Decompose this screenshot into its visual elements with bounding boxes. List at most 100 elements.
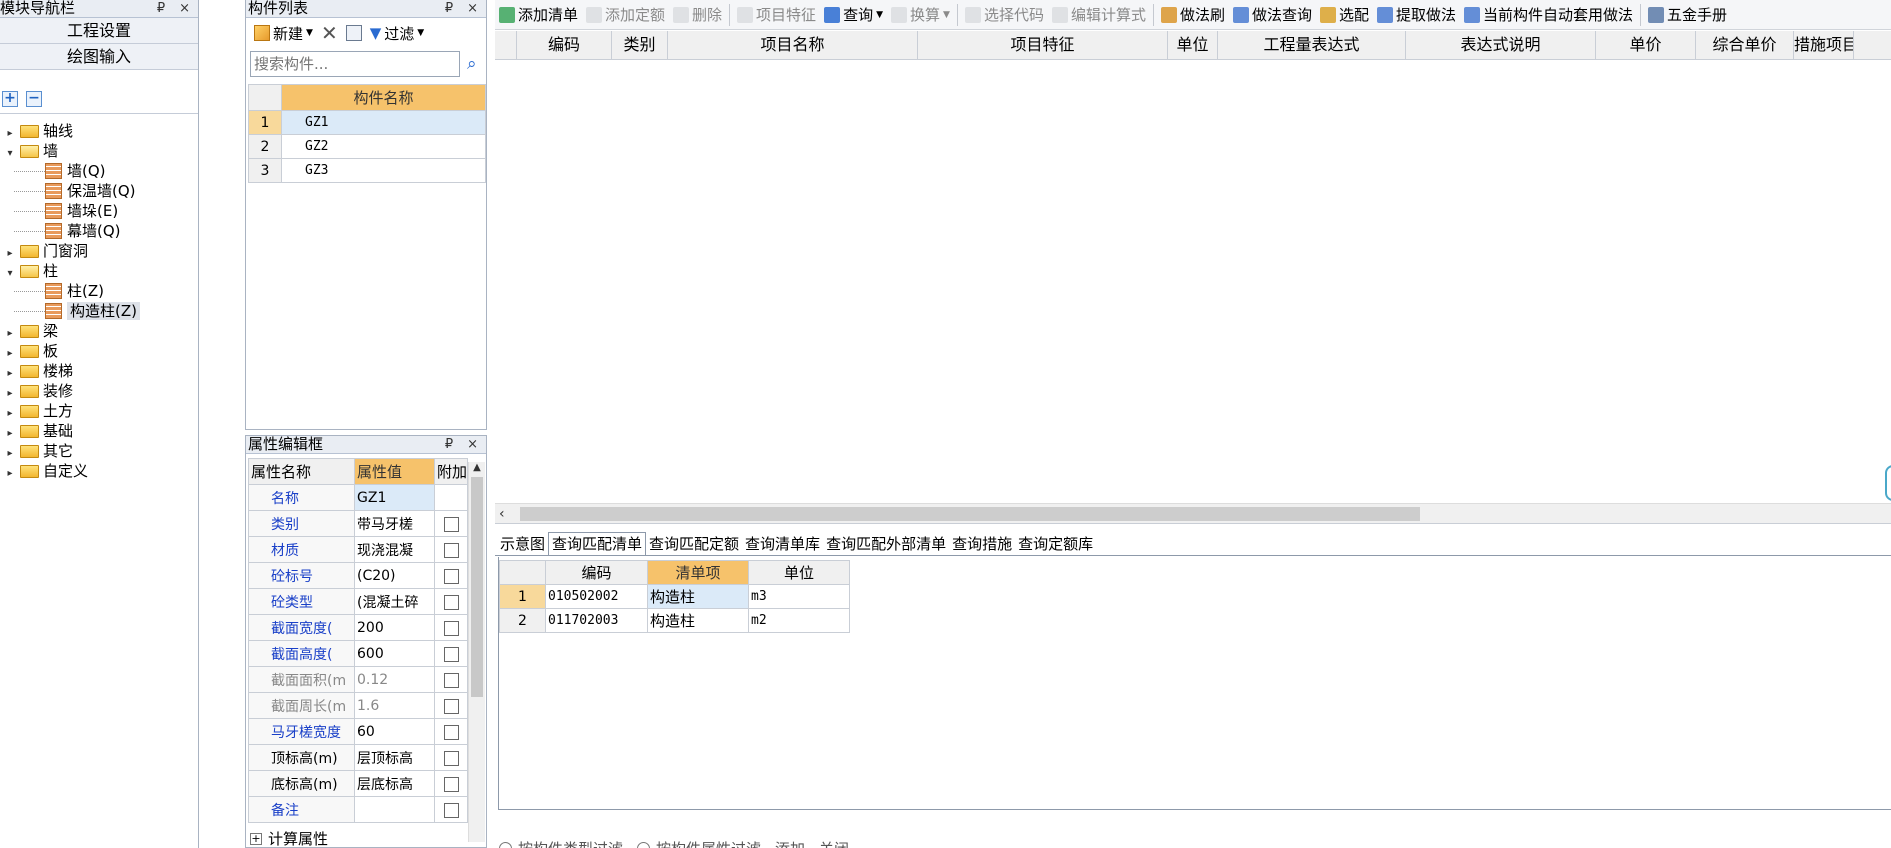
property-value[interactable]: (C20) [354, 562, 435, 589]
table-row[interactable]: 3 GZ3 [248, 158, 486, 183]
property-value[interactable]: 现浇混凝 [354, 536, 435, 563]
tree-item[interactable]: ▸ 梁 [4, 321, 198, 341]
brush-button[interactable]: 做法刷 [1157, 4, 1229, 25]
property-row[interactable]: 砼标号 (C20) [248, 562, 468, 589]
property-extra-cell[interactable] [434, 562, 468, 589]
handbook-button[interactable]: 五金手册 [1644, 4, 1731, 25]
property-extra-cell[interactable] [434, 718, 468, 745]
query-tab[interactable]: 查询匹配清单 [548, 532, 647, 555]
extra-checkbox[interactable] [443, 542, 459, 558]
calc-props-row[interactable]: + 计算属性 [250, 828, 328, 848]
component-search-input[interactable] [250, 51, 460, 77]
feature-button[interactable]: 项目特征 [733, 4, 820, 25]
property-value[interactable]: 600 [354, 640, 435, 667]
query-tab[interactable]: 查询匹配外部清单 [823, 533, 949, 555]
property-row[interactable]: 名称 GZ1 [248, 484, 468, 511]
radio-icon[interactable] [637, 842, 651, 848]
property-value[interactable]: 1.6 [354, 692, 435, 719]
column-header-unit[interactable]: 单位 [748, 560, 850, 585]
filter-radio[interactable]: 按构件类型过滤 [499, 838, 623, 848]
property-extra-cell[interactable] [434, 666, 468, 693]
extract-button[interactable]: 提取做法 [1373, 4, 1460, 25]
property-extra-cell[interactable] [434, 770, 468, 797]
list-item-cell[interactable]: 构造柱 [647, 608, 749, 633]
tree-item[interactable]: ▾ 墙 [4, 141, 198, 161]
property-extra-cell[interactable] [434, 744, 468, 771]
search-button[interactable]: 查询 ▼ [820, 4, 887, 25]
query-tab[interactable]: 查询措施 [949, 533, 1015, 555]
property-row[interactable]: 底标高(m) 层底标高 [248, 770, 468, 797]
column-header[interactable]: 单价 [1596, 31, 1696, 59]
component-name-cell[interactable]: GZ1 [281, 110, 486, 135]
pin-icon[interactable]: ₽ [157, 0, 165, 17]
property-row[interactable]: 截面高度( 600 [248, 640, 468, 667]
column-header[interactable]: 表达式说明 [1406, 31, 1596, 59]
tree-item[interactable]: 柱(Z) [4, 281, 198, 301]
property-row[interactable]: 材质 现浇混凝 [248, 536, 468, 563]
delete-component-button[interactable]: ✕ [317, 21, 342, 45]
column-header[interactable]: 单位 [1168, 31, 1218, 59]
property-extra-cell[interactable] [434, 692, 468, 719]
extra-checkbox[interactable] [443, 646, 459, 662]
match-button[interactable]: 选配 [1316, 4, 1373, 25]
filter-button[interactable]: ▼ 过滤 ▼ [366, 23, 428, 44]
list-item-cell[interactable]: 构造柱 [647, 584, 749, 609]
side-handle-icon[interactable] [1885, 465, 1891, 501]
collapse-all-icon[interactable]: − [26, 90, 42, 107]
property-extra-cell[interactable] [434, 484, 468, 511]
tree-item[interactable]: ▸ 基础 [4, 421, 198, 441]
query-tab[interactable]: 示意图 [497, 533, 548, 555]
expand-all-icon[interactable]: + [2, 90, 18, 107]
tree-item[interactable]: 幕墙(Q) [4, 221, 198, 241]
close-icon[interactable]: × [467, 0, 478, 17]
column-header[interactable]: 措施项目 [1794, 31, 1854, 59]
unit-cell[interactable]: m2 [748, 608, 850, 633]
drawing-input-button[interactable]: 绘图输入 [0, 44, 198, 70]
property-row[interactable]: 截面宽度( 200 [248, 614, 468, 641]
search-icon[interactable]: ⌕ [467, 54, 477, 74]
property-row[interactable]: 马牙槎宽度 60 [248, 718, 468, 745]
query-tab[interactable]: 查询匹配定额 [646, 533, 742, 555]
copy-component-button[interactable] [342, 25, 366, 41]
footer-button[interactable]: 添加 [775, 838, 805, 848]
scroll-left-icon[interactable]: ‹ [499, 504, 505, 524]
extra-checkbox[interactable] [443, 568, 459, 584]
scroll-up-icon[interactable]: ▲ [469, 462, 485, 473]
property-extra-cell[interactable] [434, 614, 468, 641]
column-header-list-item[interactable]: 清单项 [647, 560, 749, 585]
horizontal-scrollbar[interactable]: ‹ [495, 503, 1891, 523]
tree-item[interactable]: ▸ 楼梯 [4, 361, 198, 381]
code-cell[interactable]: 010502002 [545, 584, 648, 609]
tree-item[interactable]: ▸ 门窗洞 [4, 241, 198, 261]
add-quota-button[interactable]: 添加定额 [582, 4, 669, 25]
tree-item[interactable]: ▸ 土方 [4, 401, 198, 421]
property-row[interactable]: 类别 带马牙槎 [248, 510, 468, 537]
select-code-button[interactable]: 选择代码 [961, 4, 1048, 25]
scroll-thumb[interactable] [471, 477, 483, 697]
add-list-button[interactable]: 添加清单 [495, 4, 582, 25]
property-value[interactable]: 层顶标高 [354, 744, 435, 771]
table-row[interactable]: 2 GZ2 [248, 134, 486, 159]
pin-icon[interactable]: ₽ [445, 436, 453, 453]
column-header[interactable]: 项目名称 [668, 31, 918, 59]
property-value[interactable] [354, 796, 435, 823]
footer-button[interactable]: 关闭 [819, 838, 849, 848]
delete-button[interactable]: 删除 [669, 4, 726, 25]
tree-item[interactable]: ▸ 装修 [4, 381, 198, 401]
new-component-button[interactable]: 新建 ▼ [250, 23, 317, 44]
column-header-component-name[interactable]: 构件名称 [281, 84, 486, 111]
property-extra-cell[interactable] [434, 588, 468, 615]
table-row[interactable]: 1 010502002 构造柱 m3 [499, 584, 850, 609]
extra-checkbox[interactable] [443, 750, 459, 766]
table-row[interactable]: 1 GZ1 [248, 110, 486, 135]
property-value[interactable]: GZ1 [354, 484, 435, 511]
component-name-cell[interactable]: GZ3 [281, 158, 486, 183]
tree-item[interactable]: ▸ 其它 [4, 441, 198, 461]
extra-checkbox[interactable] [443, 516, 459, 532]
auto-apply-button[interactable]: 当前构件自动套用做法 [1460, 4, 1637, 25]
property-value[interactable]: 60 [354, 718, 435, 745]
property-scrollbar[interactable]: ▲ [468, 462, 485, 842]
extra-checkbox[interactable] [443, 698, 459, 714]
property-row[interactable]: 截面面积(m 0.12 [248, 666, 468, 693]
edit-formula-button[interactable]: 编辑计算式 [1048, 4, 1150, 25]
